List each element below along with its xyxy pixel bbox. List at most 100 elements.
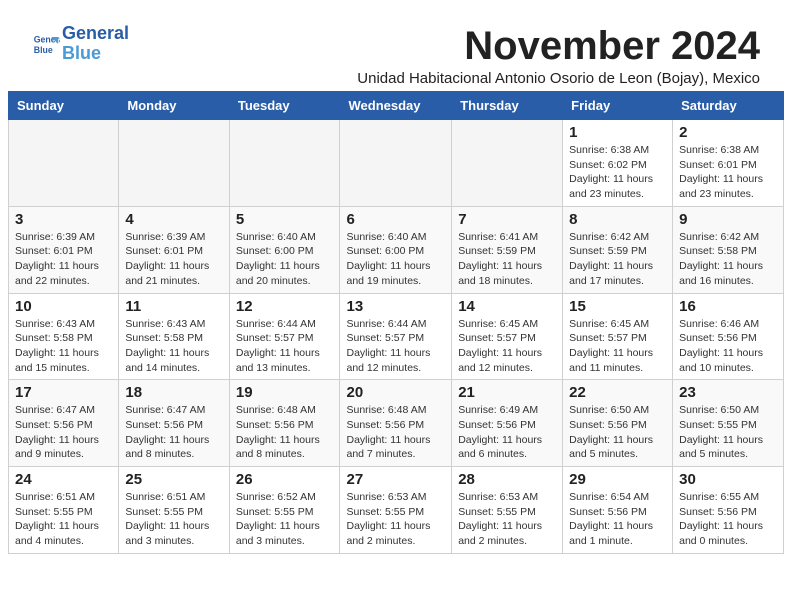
calendar-cell: 18 Sunrise: 6:47 AM Sunset: 5:56 PM Dayli… bbox=[119, 380, 229, 467]
logo: General Blue General Blue bbox=[32, 24, 129, 64]
calendar-wrapper: SundayMondayTuesdayWednesdayThursdayFrid… bbox=[0, 91, 792, 562]
day-info: Sunrise: 6:42 AM Sunset: 5:58 PM Dayligh… bbox=[679, 230, 777, 289]
calendar-cell bbox=[452, 120, 563, 207]
calendar-cell bbox=[9, 120, 119, 207]
day-number: 21 bbox=[458, 384, 556, 401]
day-info: Sunrise: 6:53 AM Sunset: 5:55 PM Dayligh… bbox=[346, 490, 445, 549]
weekday-saturday: Saturday bbox=[673, 92, 784, 120]
calendar-cell: 4 Sunrise: 6:39 AM Sunset: 6:01 PM Daylig… bbox=[119, 206, 229, 293]
day-info: Sunrise: 6:45 AM Sunset: 5:57 PM Dayligh… bbox=[458, 317, 556, 376]
page-header: General Blue General Blue November 2024 … bbox=[8, 8, 784, 91]
day-number: 4 bbox=[125, 211, 222, 228]
day-number: 24 bbox=[15, 471, 112, 488]
day-info: Sunrise: 6:51 AM Sunset: 5:55 PM Dayligh… bbox=[15, 490, 112, 549]
day-info: Sunrise: 6:50 AM Sunset: 5:56 PM Dayligh… bbox=[569, 403, 666, 462]
calendar-cell: 8 Sunrise: 6:42 AM Sunset: 5:59 PM Daylig… bbox=[563, 206, 673, 293]
calendar-cell: 5 Sunrise: 6:40 AM Sunset: 6:00 PM Daylig… bbox=[229, 206, 340, 293]
calendar-cell: 7Sunrise: 6:41 AM Sunset: 5:59 PM Daylig… bbox=[452, 206, 563, 293]
day-info: Sunrise: 6:44 AM Sunset: 5:57 PM Dayligh… bbox=[236, 317, 334, 376]
day-info: Sunrise: 6:54 AM Sunset: 5:56 PM Dayligh… bbox=[569, 490, 666, 549]
calendar-cell: 26 Sunrise: 6:52 AM Sunset: 5:55 PM Dayli… bbox=[229, 467, 340, 554]
day-number: 5 bbox=[236, 211, 334, 228]
calendar-cell: 13 Sunrise: 6:44 AM Sunset: 5:57 PM Dayli… bbox=[340, 293, 452, 380]
calendar-cell: 28 Sunrise: 6:53 AM Sunset: 5:55 PM Dayli… bbox=[452, 467, 563, 554]
calendar-cell bbox=[119, 120, 229, 207]
calendar-cell: 23Sunrise: 6:50 AM Sunset: 5:55 PM Dayli… bbox=[673, 380, 784, 467]
calendar-cell: 15 Sunrise: 6:45 AM Sunset: 5:57 PM Dayli… bbox=[563, 293, 673, 380]
weekday-sunday: Sunday bbox=[9, 92, 119, 120]
day-number: 30 bbox=[679, 471, 777, 488]
calendar-cell: 30 Sunrise: 6:55 AM Sunset: 5:56 PM Dayli… bbox=[673, 467, 784, 554]
calendar-cell: 2 Sunrise: 6:38 AM Sunset: 6:01 PM Daylig… bbox=[673, 120, 784, 207]
calendar-subtitle: Unidad Habitacional Antonio Osorio de Le… bbox=[357, 70, 760, 87]
calendar-cell: 3 Sunrise: 6:39 AM Sunset: 6:01 PM Daylig… bbox=[9, 206, 119, 293]
week-row-5: 24 Sunrise: 6:51 AM Sunset: 5:55 PM Dayli… bbox=[9, 467, 784, 554]
week-row-4: 17 Sunrise: 6:47 AM Sunset: 5:56 PM Dayli… bbox=[9, 380, 784, 467]
day-info: Sunrise: 6:44 AM Sunset: 5:57 PM Dayligh… bbox=[346, 317, 445, 376]
day-number: 11 bbox=[125, 298, 222, 315]
week-row-3: 10Sunrise: 6:43 AM Sunset: 5:58 PM Dayli… bbox=[9, 293, 784, 380]
month-title: November 2024 bbox=[357, 24, 760, 68]
calendar-cell: 11Sunrise: 6:43 AM Sunset: 5:58 PM Dayli… bbox=[119, 293, 229, 380]
calendar-cell: 1Sunrise: 6:38 AM Sunset: 6:02 PM Daylig… bbox=[563, 120, 673, 207]
weekday-wednesday: Wednesday bbox=[340, 92, 452, 120]
day-info: Sunrise: 6:40 AM Sunset: 6:00 PM Dayligh… bbox=[236, 230, 334, 289]
calendar-cell: 19Sunrise: 6:48 AM Sunset: 5:56 PM Dayli… bbox=[229, 380, 340, 467]
day-number: 8 bbox=[569, 211, 666, 228]
day-number: 22 bbox=[569, 384, 666, 401]
day-number: 29 bbox=[569, 471, 666, 488]
calendar-cell: 14 Sunrise: 6:45 AM Sunset: 5:57 PM Dayli… bbox=[452, 293, 563, 380]
day-number: 2 bbox=[679, 124, 777, 141]
calendar-cell: 22 Sunrise: 6:50 AM Sunset: 5:56 PM Dayli… bbox=[563, 380, 673, 467]
day-info: Sunrise: 6:52 AM Sunset: 5:55 PM Dayligh… bbox=[236, 490, 334, 549]
logo-text: General Blue bbox=[62, 24, 129, 64]
week-row-1: 1Sunrise: 6:38 AM Sunset: 6:02 PM Daylig… bbox=[9, 120, 784, 207]
day-number: 15 bbox=[569, 298, 666, 315]
svg-text:Blue: Blue bbox=[34, 45, 53, 55]
calendar-cell: 27 Sunrise: 6:53 AM Sunset: 5:55 PM Dayli… bbox=[340, 467, 452, 554]
day-info: Sunrise: 6:55 AM Sunset: 5:56 PM Dayligh… bbox=[679, 490, 777, 549]
day-number: 27 bbox=[346, 471, 445, 488]
day-number: 16 bbox=[679, 298, 777, 315]
day-number: 19 bbox=[236, 384, 334, 401]
day-info: Sunrise: 6:41 AM Sunset: 5:59 PM Dayligh… bbox=[458, 230, 556, 289]
calendar-cell: 20Sunrise: 6:48 AM Sunset: 5:56 PM Dayli… bbox=[340, 380, 452, 467]
day-number: 25 bbox=[125, 471, 222, 488]
day-number: 13 bbox=[346, 298, 445, 315]
calendar-cell: 6 Sunrise: 6:40 AM Sunset: 6:00 PM Daylig… bbox=[340, 206, 452, 293]
calendar-cell: 29 Sunrise: 6:54 AM Sunset: 5:56 PM Dayli… bbox=[563, 467, 673, 554]
day-number: 20 bbox=[346, 384, 445, 401]
day-number: 26 bbox=[236, 471, 334, 488]
week-row-2: 3 Sunrise: 6:39 AM Sunset: 6:01 PM Daylig… bbox=[9, 206, 784, 293]
weekday-thursday: Thursday bbox=[452, 92, 563, 120]
day-number: 3 bbox=[15, 211, 112, 228]
day-number: 28 bbox=[458, 471, 556, 488]
logo-line2: Blue bbox=[62, 44, 129, 64]
day-info: Sunrise: 6:39 AM Sunset: 6:01 PM Dayligh… bbox=[15, 230, 112, 289]
day-info: Sunrise: 6:53 AM Sunset: 5:55 PM Dayligh… bbox=[458, 490, 556, 549]
day-info: Sunrise: 6:47 AM Sunset: 5:56 PM Dayligh… bbox=[125, 403, 222, 462]
day-info: Sunrise: 6:39 AM Sunset: 6:01 PM Dayligh… bbox=[125, 230, 222, 289]
day-info: Sunrise: 6:46 AM Sunset: 5:56 PM Dayligh… bbox=[679, 317, 777, 376]
day-info: Sunrise: 6:42 AM Sunset: 5:59 PM Dayligh… bbox=[569, 230, 666, 289]
calendar-cell: 21Sunrise: 6:49 AM Sunset: 5:56 PM Dayli… bbox=[452, 380, 563, 467]
title-section: November 2024 Unidad Habitacional Antoni… bbox=[357, 24, 760, 87]
calendar-cell bbox=[340, 120, 452, 207]
day-number: 14 bbox=[458, 298, 556, 315]
calendar-cell: 12 Sunrise: 6:44 AM Sunset: 5:57 PM Dayli… bbox=[229, 293, 340, 380]
day-info: Sunrise: 6:45 AM Sunset: 5:57 PM Dayligh… bbox=[569, 317, 666, 376]
day-number: 18 bbox=[125, 384, 222, 401]
calendar-header: SundayMondayTuesdayWednesdayThursdayFrid… bbox=[9, 92, 784, 120]
day-number: 12 bbox=[236, 298, 334, 315]
weekday-friday: Friday bbox=[563, 92, 673, 120]
day-info: Sunrise: 6:38 AM Sunset: 6:01 PM Dayligh… bbox=[679, 143, 777, 202]
day-info: Sunrise: 6:40 AM Sunset: 6:00 PM Dayligh… bbox=[346, 230, 445, 289]
calendar-body: 1Sunrise: 6:38 AM Sunset: 6:02 PM Daylig… bbox=[9, 120, 784, 554]
day-number: 17 bbox=[15, 384, 112, 401]
calendar-cell: 25Sunrise: 6:51 AM Sunset: 5:55 PM Dayli… bbox=[119, 467, 229, 554]
day-number: 6 bbox=[346, 211, 445, 228]
weekday-header-row: SundayMondayTuesdayWednesdayThursdayFrid… bbox=[9, 92, 784, 120]
day-number: 1 bbox=[569, 124, 666, 141]
day-info: Sunrise: 6:43 AM Sunset: 5:58 PM Dayligh… bbox=[15, 317, 112, 376]
calendar-cell: 17Sunrise: 6:47 AM Sunset: 5:56 PM Dayli… bbox=[9, 380, 119, 467]
